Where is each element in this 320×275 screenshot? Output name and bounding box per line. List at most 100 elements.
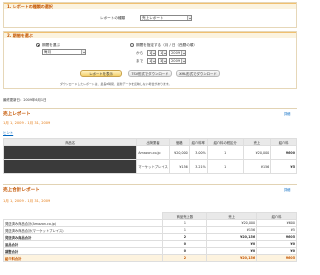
from-month-select[interactable]: 1	[147, 50, 156, 56]
total-top-divider	[3, 184, 297, 185]
col-sales: 売上	[206, 212, 258, 220]
total-help-link[interactable]: 詳細	[284, 187, 290, 192]
row-sales: ¥20,000	[242, 145, 272, 160]
period-select-value: 毎月	[44, 50, 52, 54]
chevron-down-icon	[81, 50, 85, 54]
row-sales: ¥0	[206, 240, 258, 248]
sales-period: 1月 1, 2009 - 1月 31, 2009	[3, 121, 51, 125]
col-merchant: 出荷業者	[136, 138, 170, 146]
row-label: 返品合計	[2, 240, 164, 248]
report-type-label: レポートの種類	[100, 16, 126, 20]
row-label: 調整合計	[2, 247, 164, 255]
row-sales: ¥0	[206, 247, 258, 255]
view-report-button[interactable]: レポートを表示	[80, 70, 122, 77]
row-count: 1	[162, 219, 208, 227]
row-count: 0	[162, 247, 208, 255]
chevron-down-icon	[151, 59, 155, 63]
row-label: 発送済み商品合計(マーケットプレイス)	[2, 226, 164, 234]
col-item: 商品名	[2, 138, 138, 146]
report-type-value: 売上レポート	[142, 16, 164, 20]
chevron-down-icon	[187, 16, 191, 20]
row-count: 2	[162, 233, 208, 241]
row-rate: 3.21%	[188, 159, 208, 174]
row-fee: ¥600	[256, 219, 297, 227]
row-price: ¥20,000	[168, 145, 190, 160]
total-count: 2	[162, 254, 208, 262]
from-label: から	[136, 51, 144, 55]
col-tax: 紹介料の税区分	[206, 138, 244, 146]
sales-header-row: 商品名 出荷業者 価格 紹介料率 紹介料の税区分 売上 紹介料	[2, 138, 297, 146]
xml-download-button[interactable]: XML形式でダウンロード	[176, 70, 220, 77]
sales-top-divider	[3, 108, 297, 109]
total-sales: ¥20,156	[206, 254, 258, 262]
step2-title: 2. 期間を選ぶ	[4, 32, 296, 38]
step1-panel: 1. レポートの種類の選択 レポートの種類 売上レポート	[3, 2, 297, 28]
table-row: 調整合計 0 ¥0 ¥0	[2, 247, 297, 255]
to-month-select[interactable]: 1	[147, 58, 156, 64]
from-year-value: 2009	[171, 51, 181, 55]
range-radio[interactable]	[130, 43, 134, 47]
download-note: ダウンロードしたレポートは、最長8時間、最新データを反映しない場合があります。	[60, 82, 172, 86]
row-merchant: Amazon.co.jp	[136, 145, 170, 160]
row-fee: ¥5	[256, 226, 297, 234]
col-rate: 紹介料率	[188, 138, 208, 146]
row-qty: 1	[206, 145, 244, 160]
row-sales: ¥20,156	[206, 233, 258, 241]
total-report-title: 売上合計レポート	[3, 188, 40, 193]
period-select[interactable]: 毎月	[42, 49, 86, 55]
row-count: 1	[162, 226, 208, 234]
sales-hint-link[interactable]: ヒント	[3, 130, 13, 135]
row-price: ¥156	[168, 159, 190, 174]
row-label: 発送済み商品合計(Amazon.co.jp)	[2, 219, 164, 227]
row-fee: ¥0	[256, 240, 297, 248]
row-qty: 1	[206, 159, 244, 174]
row-label: 発送済み商品合計	[2, 233, 164, 241]
col-sales: 売上	[242, 138, 272, 146]
table-row: マーケットプレイス ¥156 3.21% 1 ¥156 ¥5	[2, 159, 297, 174]
period-radio-label: 期間を選ぶ	[42, 43, 60, 47]
row-sales: ¥156	[206, 226, 258, 234]
tsv-download-button[interactable]: TSV形式でダウンロード	[128, 70, 172, 77]
row-rate: 3.00%	[188, 145, 208, 160]
table-row: 発送済み商品合計(Amazon.co.jp) 1 ¥20,000 ¥600	[2, 219, 297, 227]
sales-help-link[interactable]: 詳細	[284, 111, 290, 116]
sales-report-title: 売上レポート	[3, 112, 31, 117]
to-year-select[interactable]: 2009	[169, 58, 186, 64]
row-fee: ¥5	[270, 159, 297, 174]
chevron-down-icon	[151, 51, 155, 55]
range-radio-label: 期間を指定する（月 / 日（西暦の順）	[136, 43, 197, 47]
chevron-down-icon	[181, 59, 185, 63]
total-period: 1月 1, 2009 - 1月 31, 2009	[3, 199, 51, 203]
to-day-select[interactable]: 31	[158, 58, 167, 64]
from-day-select[interactable]: 1	[158, 50, 167, 56]
step2-panel: 2. 期間を選ぶ 期間を選ぶ 毎月 期間を指定する（月 / 日（西暦の順） から…	[3, 31, 297, 89]
row-count: 0	[162, 240, 208, 248]
table-row: Amazon.co.jp ¥20,000 3.00% 1 ¥20,000 ¥60…	[2, 145, 297, 160]
total-row: 紹介料合計 2 ¥20,156 ¥605	[2, 254, 297, 262]
col-fee: 紹介料	[256, 212, 297, 220]
total-label: 紹介料合計	[2, 254, 164, 262]
row-sales: ¥156	[242, 159, 272, 174]
total-header-row: 商品売上数 売上 紹介料	[2, 212, 297, 220]
step1-title: 1. レポートの種類の選択	[4, 3, 296, 9]
sales-table: 商品名 出荷業者 価格 紹介料率 紹介料の税区分 売上 紹介料 Amazon.c…	[2, 138, 297, 174]
row-fee: ¥0	[256, 247, 297, 255]
period-radio[interactable]	[36, 43, 40, 47]
to-year-value: 2009	[171, 59, 181, 63]
row-fee: ¥605	[256, 233, 297, 241]
table-row: 発送済み商品合計 2 ¥20,156 ¥605	[2, 233, 297, 241]
row-merchant: マーケットプレイス	[136, 159, 170, 174]
total-fee: ¥605	[256, 254, 297, 262]
chevron-down-icon	[181, 51, 185, 55]
redacted-item-name	[2, 159, 138, 174]
report-type-select[interactable]: 売上レポート	[140, 15, 192, 21]
from-year-select[interactable]: 2009	[169, 50, 186, 56]
row-sales: ¥20,000	[206, 219, 258, 227]
table-row: 発送済み商品合計(マーケットプレイス) 1 ¥156 ¥5	[2, 226, 297, 234]
total-table: 商品売上数 売上 紹介料 発送済み商品合計(Amazon.co.jp) 1 ¥2…	[2, 212, 297, 262]
col-fee: 紹介料	[270, 138, 297, 146]
redacted-item-name	[2, 145, 138, 160]
col-label	[2, 212, 164, 220]
table-row: 返品合計 0 ¥0 ¥0	[2, 240, 297, 248]
chevron-down-icon	[162, 51, 166, 55]
